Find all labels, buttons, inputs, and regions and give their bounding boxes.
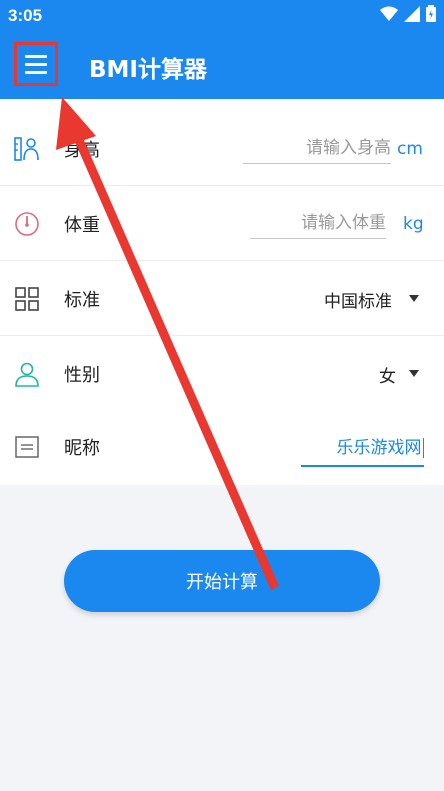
status-icons bbox=[380, 5, 436, 22]
standard-label: 标准 bbox=[64, 289, 100, 311]
height-person-icon bbox=[14, 136, 39, 161]
gender-label: 性别 bbox=[64, 364, 100, 386]
start-calculate-button[interactable]: 开始计算 bbox=[64, 550, 380, 612]
standard-row[interactable]: 标准 中国标准 bbox=[0, 261, 444, 336]
wifi-icon bbox=[380, 6, 398, 21]
weight-unit: kg bbox=[403, 214, 424, 234]
height-unit: cm bbox=[397, 139, 423, 159]
chevron-down-icon[interactable] bbox=[409, 295, 419, 302]
nickname-label: 昵称 bbox=[64, 437, 100, 459]
text-cursor bbox=[422, 438, 424, 458]
gender-select[interactable]: 女 bbox=[379, 362, 396, 387]
scale-gauge-icon bbox=[15, 211, 39, 236]
weight-label: 体重 bbox=[64, 214, 100, 236]
weight-input[interactable]: 请输入体重 bbox=[250, 208, 386, 239]
height-label: 身高 bbox=[64, 139, 100, 161]
nickname-input[interactable]: 乐乐游戏网 bbox=[301, 431, 424, 467]
person-icon bbox=[15, 362, 39, 387]
menu-button[interactable] bbox=[14, 42, 58, 86]
height-input[interactable]: 请输入身高 bbox=[243, 133, 391, 164]
height-row: 身高 请输入身高 cm bbox=[0, 111, 444, 186]
gender-row[interactable]: 性别 女 bbox=[0, 336, 444, 411]
chevron-down-icon[interactable] bbox=[409, 370, 419, 377]
hamburger-menu-icon bbox=[25, 55, 47, 58]
weight-row: 体重 请输入体重 kg bbox=[0, 186, 444, 261]
grid-icon bbox=[15, 286, 39, 311]
standard-select[interactable]: 中国标准 bbox=[324, 287, 392, 312]
bmi-form: 身高 请输入身高 cm 体重 请输入体重 kg 标准 中国标准 性别 女 昵称 bbox=[0, 99, 444, 485]
page-title: BMI计算器 bbox=[89, 57, 207, 83]
signal-icon bbox=[404, 5, 420, 22]
nickname-value: 乐乐游戏网 bbox=[336, 438, 422, 458]
document-icon bbox=[15, 435, 39, 458]
hamburger-bar bbox=[25, 63, 47, 66]
status-time: 3:05 bbox=[8, 6, 43, 25]
app-bar: 3:05 BMI计算器 bbox=[0, 0, 444, 99]
hamburger-bar bbox=[25, 71, 47, 74]
battery-icon bbox=[426, 5, 436, 22]
